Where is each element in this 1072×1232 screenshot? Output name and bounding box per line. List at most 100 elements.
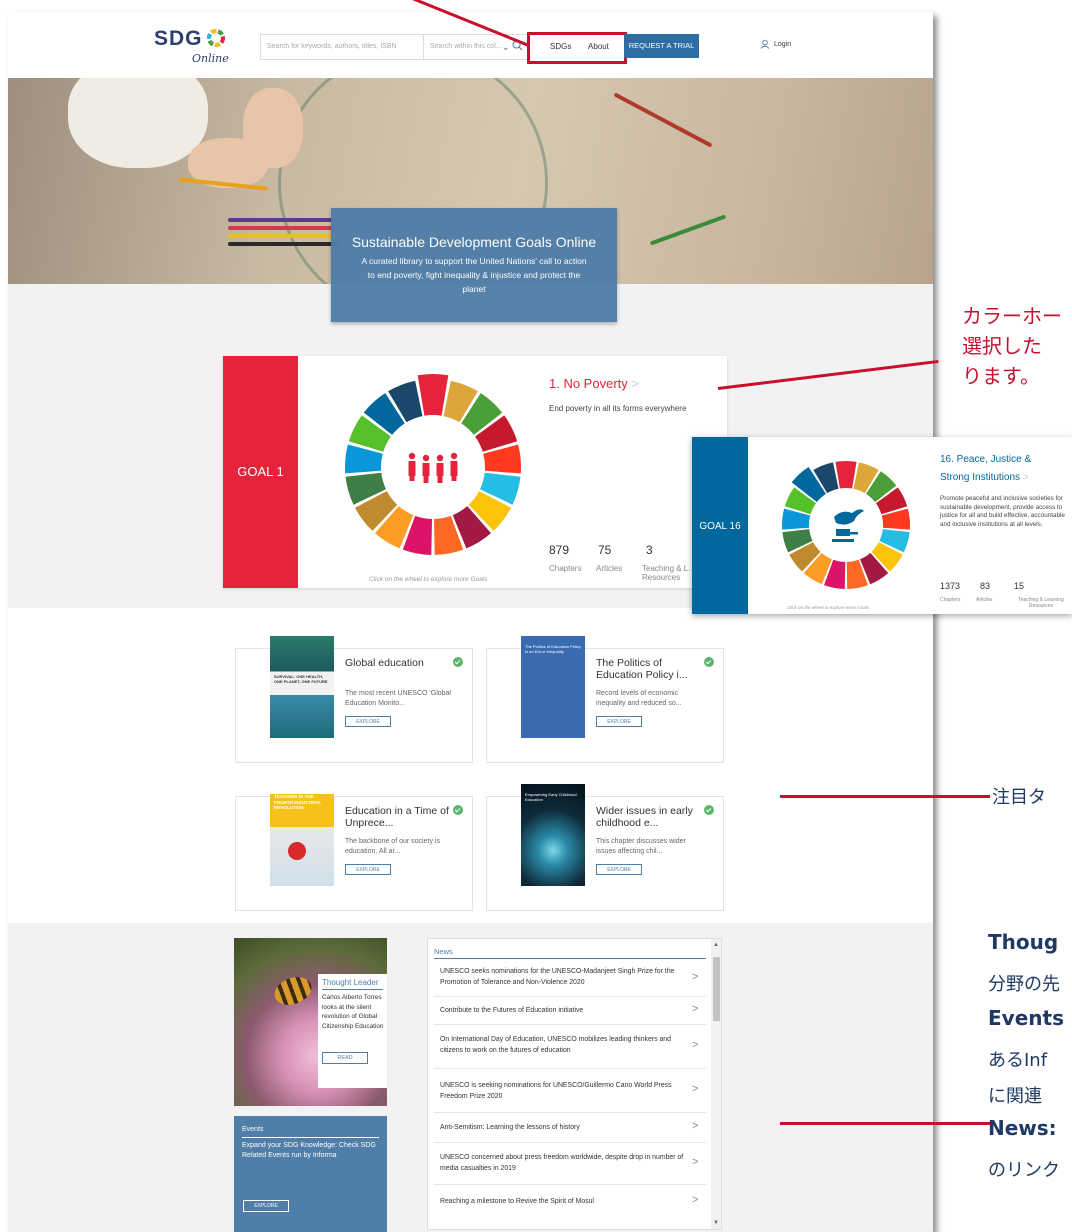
sdg-wheel-logo-icon [207, 29, 225, 47]
hero-title-card: Sustainable Development Goals Online A c… [331, 208, 617, 322]
chapters-label: Chapters [940, 597, 961, 603]
search-input[interactable]: Search for keywords, authors, titles, IS… [260, 34, 424, 60]
chevron-right-icon: > [631, 376, 639, 391]
explore-button[interactable]: EXPLORE [345, 864, 391, 875]
featured-desc: The most recent UNESCO 'Global Education… [345, 690, 451, 707]
explore-button[interactable]: EXPLORE [596, 864, 642, 875]
goal-title-link[interactable]: 1. No Poverty > [549, 376, 639, 391]
wheel-hint: Click on the wheel to explore more Goals [369, 576, 488, 583]
news-item-text: Reaching a milestone to Revive the Spiri… [440, 1198, 594, 1205]
thought-leader-overlay: Thought Leader Carlos Alberto Torres loo… [318, 974, 387, 1088]
request-trial-button[interactable]: REQUEST A TRIAL [624, 34, 699, 58]
user-icon [760, 39, 770, 49]
resources-label: Teaching & Learning Resources [1018, 597, 1064, 609]
chapters-count: 879 [549, 543, 570, 557]
news-item[interactable]: UNESCO is seeking nominations for UNESCO… [434, 1069, 706, 1113]
featured-card[interactable]: Empowering Early Childhood Education Wid… [486, 784, 724, 911]
annotation-text: のリンク [988, 1160, 1060, 1181]
annotation-text: Events [988, 1006, 1064, 1030]
bee-image [270, 972, 316, 1010]
featured-card[interactable]: SURVIVAL: ONE HEALTH, ONE PLANET, ONE FU… [235, 636, 473, 763]
nav-sdgs[interactable]: SDGs [550, 42, 571, 51]
hero-title: Sustainable Development Goals Online [351, 234, 597, 250]
goal16-card: GOAL 16 16. Peace, Justice & Strong Inst… [692, 437, 1072, 614]
featured-desc: The backbone of our society is education… [345, 838, 440, 855]
annotation-arrow [780, 1122, 990, 1125]
news-item-text: Anti-Semitism: Learning the lessons of h… [440, 1124, 580, 1131]
annotation-text: ります。 [962, 364, 1040, 388]
wheel-segment-goal-1[interactable] [835, 461, 857, 489]
explore-button[interactable]: EXPLORE [596, 716, 642, 727]
chevron-right-icon: > [692, 1194, 699, 1206]
chevron-right-icon: > [692, 1083, 699, 1095]
read-button[interactable]: READ [322, 1052, 368, 1064]
check-icon [453, 805, 463, 815]
hero-photo-shape [68, 78, 208, 168]
annotation-text: 選択した [962, 334, 1042, 358]
goal-label: GOAL 1 [237, 464, 284, 479]
articles-label: Articles [976, 597, 993, 603]
chapters-label: Chapters [549, 564, 582, 573]
sdg-wheel[interactable] [338, 372, 528, 562]
news-item[interactable]: Reaching a milestone to Revive the Spiri… [434, 1185, 706, 1215]
events-panel: Events Expand your SDG Knowledge: Check … [234, 1116, 387, 1232]
wheel-segment-goal-1[interactable] [417, 374, 449, 416]
hero-photo-shape [243, 88, 303, 168]
goal16-label: GOAL 16 [699, 521, 741, 532]
featured-title: Global education [345, 657, 424, 669]
book-cover: TEACHING IN THE FOURTH INDUSTRIAL REVOLU… [270, 784, 334, 886]
scroll-down-icon[interactable]: ▼ [713, 1220, 719, 1226]
goal-card: GOAL 1 1. No Poverty > End poverty in al… [223, 356, 727, 588]
news-item[interactable]: On International Day of Education, UNESC… [434, 1025, 706, 1069]
hero-photo-shape [649, 214, 727, 246]
annotation-text: カラーホー [962, 304, 1062, 328]
goal16-title-link[interactable]: 16. Peace, Justice & Strong Institutions… [940, 451, 1060, 487]
book-cover: The Politics of Education Policy in an E… [521, 636, 585, 738]
explore-button[interactable]: EXPLORE [345, 716, 391, 727]
annotation-text: Thoug [988, 930, 1059, 954]
articles-count: 83 [980, 581, 991, 591]
annotation-text: に関連 [988, 1086, 1042, 1107]
featured-title: The Politics of Education Policy i... [596, 657, 688, 681]
news-item[interactable]: UNESCO concerned about press freedom wor… [434, 1143, 706, 1185]
chevron-right-icon: > [692, 1003, 699, 1015]
chevron-down-icon: ⌄ [502, 42, 510, 52]
nav-about[interactable]: About [588, 42, 609, 51]
chevron-right-icon: > [692, 1156, 699, 1168]
news-item-text: UNESCO seeks nominations for the UNESCO-… [440, 968, 675, 986]
thought-leader-panel[interactable]: Thought Leader Carlos Alberto Torres loo… [234, 938, 387, 1106]
events-explore-button[interactable]: EXPLORE [243, 1200, 289, 1212]
site-screenshot: SDG Online Search for keywords, authors,… [8, 12, 933, 1232]
thought-leader-text: Carlos Alberto Torres looks at the silen… [322, 994, 384, 1030]
annotation-text: 注目タ [992, 787, 1046, 808]
news-item-text: Contribute to the Futures of Education i… [440, 1007, 584, 1014]
news-scrollbar[interactable]: ▲ ▼ [711, 939, 721, 1229]
book-cover: SURVIVAL: ONE HEALTH, ONE PLANET, ONE FU… [270, 636, 334, 738]
login-label: Login [774, 40, 792, 48]
news-item[interactable]: UNESCO seeks nominations for the UNESCO-… [434, 959, 706, 997]
news-item-text: On International Day of Education, UNESC… [440, 1036, 671, 1054]
news-item[interactable]: Anti-Semitism: Learning the lessons of h… [434, 1113, 706, 1143]
annotation-text: あるInf [988, 1050, 1048, 1071]
articles-label: Articles [596, 564, 623, 573]
articles-count: 75 [598, 543, 612, 557]
hero-subtitle: A curated library to support the United … [361, 256, 587, 294]
events-text: Expand your SDG Knowledge: Check SDG Rel… [242, 1142, 376, 1159]
sdg-wheel[interactable] [776, 455, 916, 595]
featured-card[interactable]: The Politics of Education Policy in an E… [486, 636, 724, 763]
scrollbar-thumb[interactable] [713, 957, 720, 1021]
scroll-up-icon[interactable]: ▲ [713, 942, 719, 948]
login-link[interactable]: Login [760, 39, 791, 49]
annotation-arrow [780, 795, 990, 798]
news-item[interactable]: Contribute to the Futures of Education i… [434, 997, 706, 1025]
featured-desc: This chapter discusses wider issues affe… [596, 838, 686, 855]
family-icon [408, 452, 458, 483]
goal-title: 1. No Poverty [549, 376, 628, 391]
hero-photo-shape [228, 218, 338, 222]
featured-card[interactable]: TEACHING IN THE FOURTH INDUSTRIAL REVOLU… [235, 784, 473, 911]
cover-text: TEACHING IN THE FOURTH INDUSTRIAL REVOLU… [274, 794, 322, 810]
hero-photo-shape [228, 242, 338, 246]
chevron-right-icon: > [692, 1039, 699, 1051]
sdg-online-logo[interactable]: SDG Online [154, 27, 244, 67]
news-item-text: UNESCO is seeking nominations for UNESCO… [440, 1082, 672, 1100]
